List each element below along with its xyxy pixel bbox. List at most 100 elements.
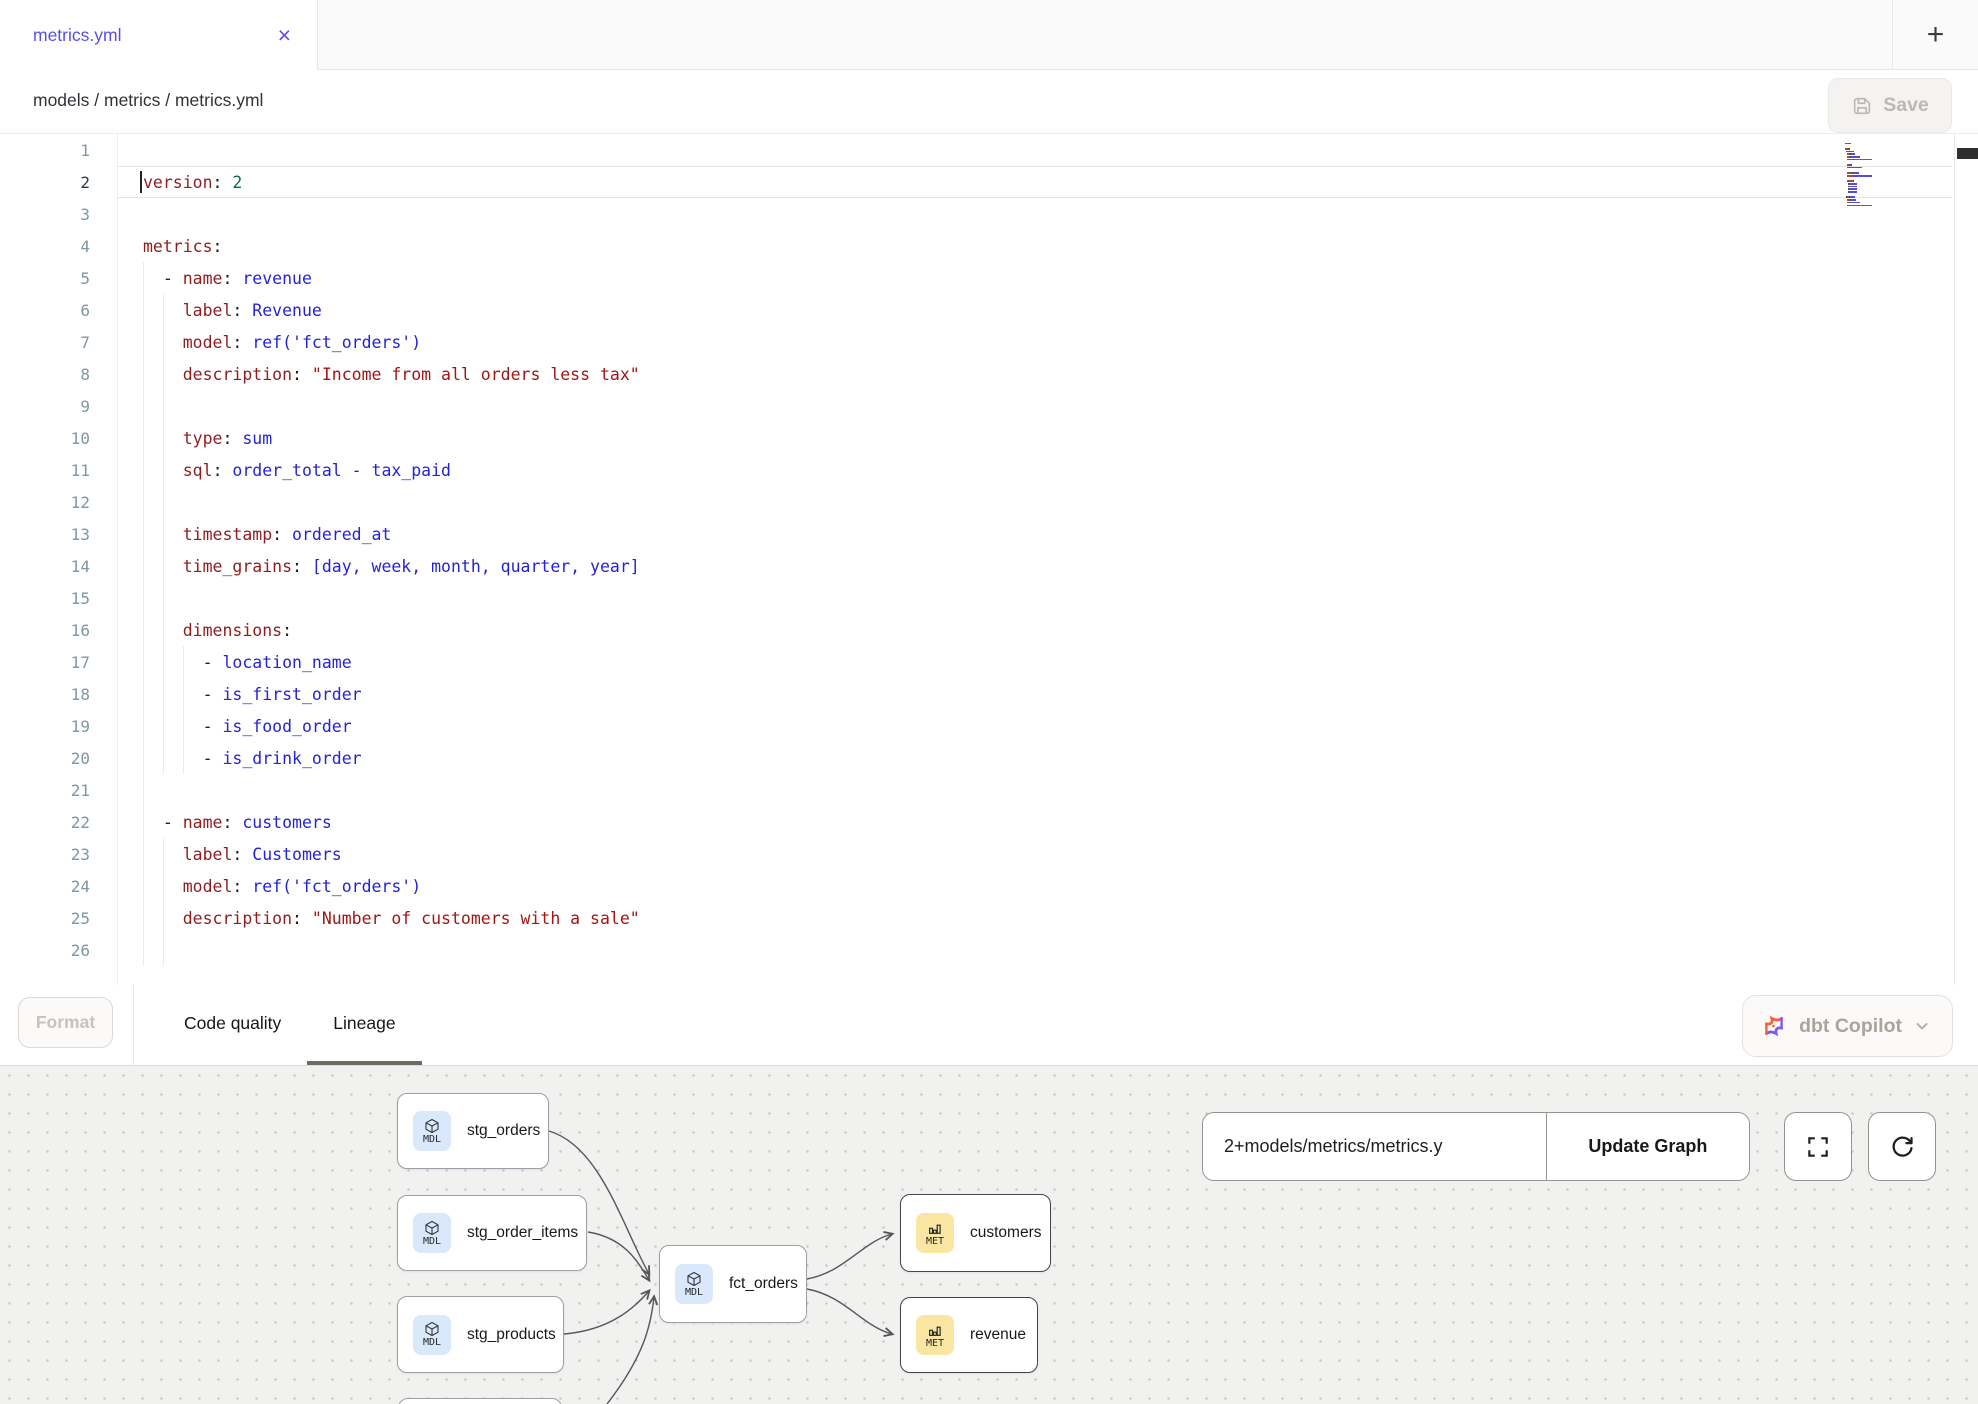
editor-line[interactable]: 6 label: Revenue [0,294,1978,326]
refresh-button[interactable] [1868,1112,1936,1181]
editor-line[interactable]: 20 - is_drink_order [0,742,1978,774]
graph-node-revenue[interactable]: MET revenue [900,1297,1038,1373]
minimap[interactable] [1845,140,1915,210]
indent-guide [143,390,144,422]
metric-badge: MET [916,1315,954,1355]
close-icon[interactable]: × [278,24,291,47]
line-number: 6 [0,301,90,320]
editor-line[interactable]: 15 [0,582,1978,614]
metric-chart-icon [927,1322,943,1338]
fullscreen-icon [1805,1134,1831,1160]
editor-line[interactable]: 10 type: sum [0,422,1978,454]
node-selector-input[interactable] [1203,1113,1546,1180]
line-number: 9 [0,397,90,416]
node-label: fct_orders [729,1275,798,1293]
code-text: version: 2 [90,173,242,192]
editor-line[interactable]: 16 dimensions: [0,614,1978,646]
node-label: revenue [970,1326,1026,1344]
editor-line[interactable]: 8 description: "Income from all orders l… [0,358,1978,390]
node-label: customers [970,1224,1042,1242]
editor-line[interactable]: 22 - name: customers [0,806,1978,838]
line-number: 22 [0,813,90,832]
lineage-canvas[interactable]: MDLstg_orders MDLstg_order_items MDLstg_pr… [0,1066,1978,1404]
update-graph-button[interactable]: Update Graph [1546,1113,1749,1180]
editor-line[interactable]: 19 - is_food_order [0,710,1978,742]
line-number: 13 [0,525,90,544]
graph-node-stg_orders[interactable]: MDLstg_orders [397,1093,549,1169]
bottom-bar-divider [133,985,134,1065]
code-editor[interactable]: 12version: 234metrics:5 - name: revenue6… [0,134,1978,985]
graph-node-stg_products[interactable]: MDLstg_products [397,1296,564,1373]
indent-guide [163,390,164,422]
code-text: time_grains: [day, week, month, quarter,… [90,557,640,576]
code-text: model: ref('fct_orders') [90,877,421,896]
bottom-tabs: Code qualityLineage [158,985,422,1065]
bottom-bar: Format Code qualityLineage dbt Copilot [0,985,1978,1066]
code-text: label: Customers [90,845,342,864]
code-text: timestamp: ordered_at [90,525,391,544]
line-number: 20 [0,749,90,768]
editor-line[interactable]: 18 - is_first_order [0,678,1978,710]
editor-line[interactable]: 7 model: ref('fct_orders') [0,326,1978,358]
line-number: 25 [0,909,90,928]
save-button[interactable]: Save [1828,78,1952,133]
editor-line[interactable]: 24 model: ref('fct_orders') [0,870,1978,902]
breadcrumb: models / metrics / metrics.yml [33,90,263,111]
indent-guide [143,934,144,966]
model-badge: MDL [413,1213,451,1253]
editor-line[interactable]: 5 - name: revenue [0,262,1978,294]
editor-line[interactable]: 9 [0,390,1978,422]
editor-line[interactable]: 21 [0,774,1978,806]
editor-line[interactable]: 25 description: "Number of customers wit… [0,902,1978,934]
editor-line[interactable]: 26 [0,934,1978,966]
editor-line[interactable]: 11 sql: order_total - tax_paid [0,454,1978,486]
editor-line[interactable]: 2version: 2 [0,166,1978,198]
graph-node-stg_order_items[interactable]: MDLstg_order_items [397,1195,587,1271]
line-number: 3 [0,205,90,224]
model-badge: MDL [413,1111,451,1151]
tab-bar: metrics.yml × + [0,0,1978,70]
code-text: - location_name [90,653,352,672]
format-button[interactable]: Format [18,997,113,1048]
indent-guide [143,582,144,614]
dbt-copilot-button[interactable]: dbt Copilot [1742,995,1953,1057]
copilot-label: dbt Copilot [1799,1015,1902,1038]
edge-fct-orders-customers [807,1234,892,1279]
badge-label: MDL [423,1135,441,1145]
fullscreen-button[interactable] [1784,1112,1852,1181]
editor-line[interactable]: 23 label: Customers [0,838,1978,870]
graph-node-customers[interactable]: MET customers [900,1194,1051,1272]
line-number: 15 [0,589,90,608]
line-number: 14 [0,557,90,576]
badge-label: MDL [423,1338,441,1348]
tab-title: metrics.yml [33,25,121,46]
line-number: 4 [0,237,90,256]
new-tab-section: + [1892,0,1978,70]
bottom-tab-code-quality[interactable]: Code quality [158,985,307,1065]
model-cube-icon [424,1220,440,1236]
indent-guide [143,486,144,518]
editor-line[interactable]: 13 timestamp: ordered_at [0,518,1978,550]
line-number: 5 [0,269,90,288]
bottom-tab-lineage[interactable]: Lineage [307,985,421,1065]
metric-badge: MET [916,1213,954,1253]
code-text: - is_first_order [90,685,362,704]
edge-stg-products-fct-orders [564,1291,649,1334]
code-text: - is_drink_order [90,749,362,768]
scrollbar-thumb[interactable] [1957,148,1978,159]
editor-line[interactable]: 12 [0,486,1978,518]
editor-line[interactable]: 14 time_grains: [day, week, month, quart… [0,550,1978,582]
line-number: 24 [0,877,90,896]
editor-line[interactable]: 3 [0,198,1978,230]
save-label: Save [1883,94,1929,117]
graph-node-partial[interactable] [398,1398,562,1404]
plus-icon[interactable]: + [1927,20,1945,50]
chevron-down-icon [1914,1018,1930,1034]
editor-line[interactable]: 1 [0,134,1978,166]
editor-line[interactable]: 4metrics: [0,230,1978,262]
graph-node-fct_orders[interactable]: MDLfct_orders [659,1245,807,1323]
indent-guide [143,774,144,806]
tab-metrics-yml[interactable]: metrics.yml × [0,0,318,70]
line-number: 23 [0,845,90,864]
editor-line[interactable]: 17 - location_name [0,646,1978,678]
